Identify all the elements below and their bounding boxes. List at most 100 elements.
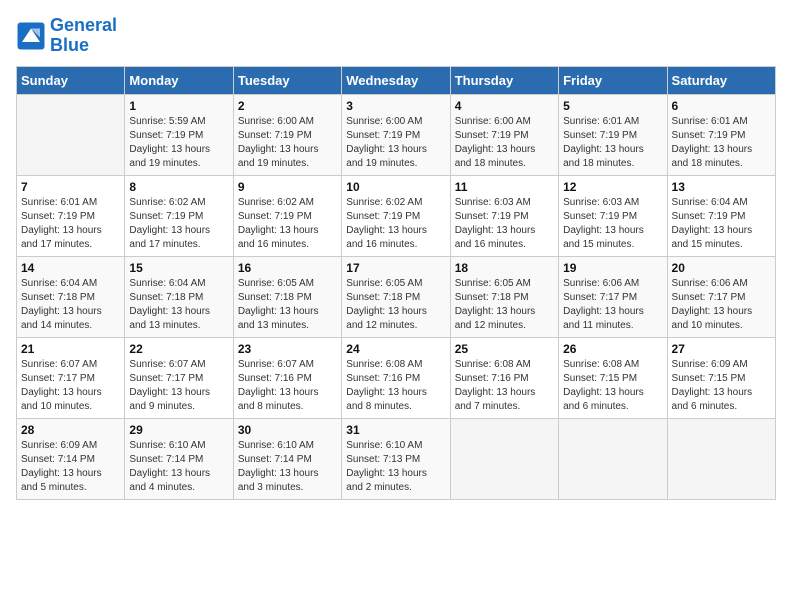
day-info: Sunrise: 6:08 AMSunset: 7:16 PMDaylight:… — [455, 358, 554, 414]
day-info: Sunrise: 6:07 AMSunset: 7:17 PMDaylight:… — [129, 358, 228, 414]
day-info: Sunrise: 6:04 AMSunset: 7:18 PMDaylight:… — [129, 277, 228, 333]
calendar-cell: 30 Sunrise: 6:10 AMSunset: 7:14 PMDayligh… — [233, 418, 341, 499]
weekday-header: Sunday — [17, 66, 125, 94]
calendar-week-row: 7 Sunrise: 6:01 AMSunset: 7:19 PMDaylight… — [17, 175, 776, 256]
day-number: 31 — [346, 423, 445, 437]
day-number: 24 — [346, 342, 445, 356]
day-info: Sunrise: 6:10 AMSunset: 7:14 PMDaylight:… — [238, 439, 337, 495]
weekday-header: Saturday — [667, 66, 775, 94]
calendar-cell: 19 Sunrise: 6:06 AMSunset: 7:17 PMDayligh… — [559, 256, 667, 337]
calendar-cell — [450, 418, 558, 499]
day-info: Sunrise: 6:09 AMSunset: 7:15 PMDaylight:… — [672, 358, 771, 414]
day-number: 2 — [238, 99, 337, 113]
day-info: Sunrise: 6:03 AMSunset: 7:19 PMDaylight:… — [563, 196, 662, 252]
day-number: 4 — [455, 99, 554, 113]
calendar-cell: 14Sunrise: 6:04 AMSunset: 7:18 PMDayligh… — [17, 256, 125, 337]
calendar-table: SundayMondayTuesdayWednesdayThursdayFrid… — [16, 66, 776, 500]
calendar-cell: 8 Sunrise: 6:02 AMSunset: 7:19 PMDaylight… — [125, 175, 233, 256]
calendar-week-row: 14Sunrise: 6:04 AMSunset: 7:18 PMDayligh… — [17, 256, 776, 337]
day-info: Sunrise: 6:00 AMSunset: 7:19 PMDaylight:… — [346, 115, 445, 171]
day-info: Sunrise: 6:07 AMSunset: 7:17 PMDaylight:… — [21, 358, 120, 414]
calendar-cell: 2 Sunrise: 6:00 AMSunset: 7:19 PMDaylight… — [233, 94, 341, 175]
day-number: 15 — [129, 261, 228, 275]
calendar-cell: 15 Sunrise: 6:04 AMSunset: 7:18 PMDayligh… — [125, 256, 233, 337]
day-number: 27 — [672, 342, 771, 356]
calendar-cell: 28Sunrise: 6:09 AMSunset: 7:14 PMDayligh… — [17, 418, 125, 499]
day-number: 26 — [563, 342, 662, 356]
day-number: 23 — [238, 342, 337, 356]
calendar-week-row: 1Sunrise: 5:59 AMSunset: 7:19 PMDaylight… — [17, 94, 776, 175]
calendar-cell: 9Sunrise: 6:02 AMSunset: 7:19 PMDaylight… — [233, 175, 341, 256]
day-info: Sunrise: 6:00 AMSunset: 7:19 PMDaylight:… — [238, 115, 337, 171]
calendar-cell: 1Sunrise: 5:59 AMSunset: 7:19 PMDaylight… — [125, 94, 233, 175]
day-info: Sunrise: 6:02 AMSunset: 7:19 PMDaylight:… — [346, 196, 445, 252]
day-info: Sunrise: 6:08 AMSunset: 7:16 PMDaylight:… — [346, 358, 445, 414]
day-number: 21 — [21, 342, 120, 356]
day-info: Sunrise: 6:03 AMSunset: 7:19 PMDaylight:… — [455, 196, 554, 252]
day-info: Sunrise: 6:05 AMSunset: 7:18 PMDaylight:… — [455, 277, 554, 333]
calendar-cell: 16Sunrise: 6:05 AMSunset: 7:18 PMDayligh… — [233, 256, 341, 337]
calendar-cell: 18 Sunrise: 6:05 AMSunset: 7:18 PMDayligh… — [450, 256, 558, 337]
calendar-header-row: SundayMondayTuesdayWednesdayThursdayFrid… — [17, 66, 776, 94]
day-info: Sunrise: 6:09 AMSunset: 7:14 PMDaylight:… — [21, 439, 120, 495]
day-info: Sunrise: 6:08 AMSunset: 7:15 PMDaylight:… — [563, 358, 662, 414]
calendar-cell: 23Sunrise: 6:07 AMSunset: 7:16 PMDayligh… — [233, 337, 341, 418]
calendar-cell: 22 Sunrise: 6:07 AMSunset: 7:17 PMDayligh… — [125, 337, 233, 418]
calendar-cell: 5 Sunrise: 6:01 AMSunset: 7:19 PMDaylight… — [559, 94, 667, 175]
calendar-cell: 4 Sunrise: 6:00 AMSunset: 7:19 PMDaylight… — [450, 94, 558, 175]
day-number: 12 — [563, 180, 662, 194]
day-info: Sunrise: 6:05 AMSunset: 7:18 PMDaylight:… — [346, 277, 445, 333]
day-info: Sunrise: 6:04 AMSunset: 7:19 PMDaylight:… — [672, 196, 771, 252]
calendar-cell: 6Sunrise: 6:01 AMSunset: 7:19 PMDaylight… — [667, 94, 775, 175]
day-number: 22 — [129, 342, 228, 356]
calendar-cell: 17 Sunrise: 6:05 AMSunset: 7:18 PMDayligh… — [342, 256, 450, 337]
day-info: Sunrise: 6:02 AMSunset: 7:19 PMDaylight:… — [238, 196, 337, 252]
weekday-header: Tuesday — [233, 66, 341, 94]
day-number: 25 — [455, 342, 554, 356]
weekday-header: Thursday — [450, 66, 558, 94]
day-number: 5 — [563, 99, 662, 113]
day-info: Sunrise: 6:10 AMSunset: 7:14 PMDaylight:… — [129, 439, 228, 495]
weekday-header: Friday — [559, 66, 667, 94]
day-info: Sunrise: 6:01 AMSunset: 7:19 PMDaylight:… — [21, 196, 120, 252]
calendar-cell: 31Sunrise: 6:10 AMSunset: 7:13 PMDayligh… — [342, 418, 450, 499]
day-number: 1 — [129, 99, 228, 113]
calendar-cell: 25 Sunrise: 6:08 AMSunset: 7:16 PMDayligh… — [450, 337, 558, 418]
calendar-cell: 29 Sunrise: 6:10 AMSunset: 7:14 PMDayligh… — [125, 418, 233, 499]
calendar-cell: 7 Sunrise: 6:01 AMSunset: 7:19 PMDaylight… — [17, 175, 125, 256]
calendar-cell: 13Sunrise: 6:04 AMSunset: 7:19 PMDayligh… — [667, 175, 775, 256]
page-header: General Blue — [16, 16, 776, 56]
calendar-cell: 21 Sunrise: 6:07 AMSunset: 7:17 PMDayligh… — [17, 337, 125, 418]
calendar-cell: 12 Sunrise: 6:03 AMSunset: 7:19 PMDayligh… — [559, 175, 667, 256]
calendar-cell: 3 Sunrise: 6:00 AMSunset: 7:19 PMDaylight… — [342, 94, 450, 175]
calendar-cell — [667, 418, 775, 499]
calendar-week-row: 21 Sunrise: 6:07 AMSunset: 7:17 PMDayligh… — [17, 337, 776, 418]
logo: General Blue — [16, 16, 117, 56]
day-info: Sunrise: 6:06 AMSunset: 7:17 PMDaylight:… — [672, 277, 771, 333]
day-info: Sunrise: 6:01 AMSunset: 7:19 PMDaylight:… — [563, 115, 662, 171]
day-number: 8 — [129, 180, 228, 194]
logo-text: General Blue — [50, 16, 117, 56]
day-number: 29 — [129, 423, 228, 437]
day-info: Sunrise: 6:02 AMSunset: 7:19 PMDaylight:… — [129, 196, 228, 252]
day-number: 3 — [346, 99, 445, 113]
logo-icon — [16, 21, 46, 51]
day-number: 6 — [672, 99, 771, 113]
day-number: 16 — [238, 261, 337, 275]
day-number: 18 — [455, 261, 554, 275]
day-number: 20 — [672, 261, 771, 275]
day-info: Sunrise: 6:00 AMSunset: 7:19 PMDaylight:… — [455, 115, 554, 171]
day-number: 10 — [346, 180, 445, 194]
weekday-header: Wednesday — [342, 66, 450, 94]
calendar-cell: 10 Sunrise: 6:02 AMSunset: 7:19 PMDayligh… — [342, 175, 450, 256]
calendar-week-row: 28Sunrise: 6:09 AMSunset: 7:14 PMDayligh… — [17, 418, 776, 499]
calendar-cell: 27 Sunrise: 6:09 AMSunset: 7:15 PMDayligh… — [667, 337, 775, 418]
day-number: 11 — [455, 180, 554, 194]
day-info: Sunrise: 6:06 AMSunset: 7:17 PMDaylight:… — [563, 277, 662, 333]
day-number: 17 — [346, 261, 445, 275]
calendar-cell: 26 Sunrise: 6:08 AMSunset: 7:15 PMDayligh… — [559, 337, 667, 418]
day-number: 30 — [238, 423, 337, 437]
calendar-cell: 24 Sunrise: 6:08 AMSunset: 7:16 PMDayligh… — [342, 337, 450, 418]
day-number: 19 — [563, 261, 662, 275]
day-number: 7 — [21, 180, 120, 194]
